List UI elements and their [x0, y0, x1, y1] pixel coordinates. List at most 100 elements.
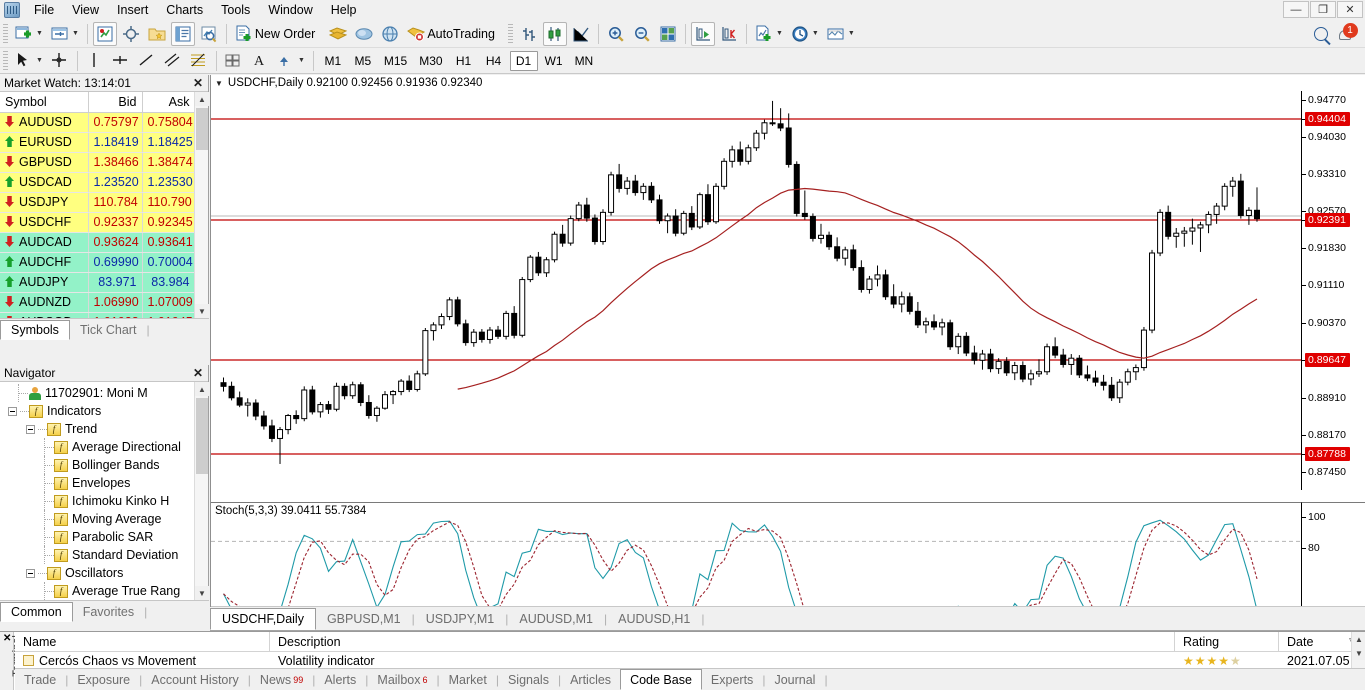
terminal-tab-code-base[interactable]: Code Base: [620, 669, 702, 690]
search-button[interactable]: [1309, 22, 1333, 46]
navigator-scrollbar[interactable]: ▲ ▼: [194, 382, 209, 600]
menu-item-help[interactable]: Help: [322, 0, 366, 20]
terminal-tab-alerts[interactable]: Alerts: [315, 669, 365, 690]
collapse-toggle-icon[interactable]: [8, 406, 17, 416]
terminal-tab-exposure[interactable]: Exposure: [68, 669, 139, 690]
bar-chart-button[interactable]: [517, 22, 541, 46]
nav-scroll-down-icon[interactable]: ▼: [195, 586, 209, 600]
navigator-close-icon[interactable]: ✕: [193, 366, 203, 380]
price-scale[interactable]: 0.94770 0.94404 0.94030 0.93310 0.92570 0.923…: [1301, 91, 1365, 490]
terminal-tab-news[interactable]: News 99: [251, 669, 312, 690]
autotrading-globe-button[interactable]: [378, 22, 402, 46]
menu-item-insert[interactable]: Insert: [108, 0, 157, 20]
timeframe-m1[interactable]: M1: [319, 51, 347, 71]
close-icon[interactable]: ✕: [1337, 1, 1363, 18]
market-watch-row[interactable]: EURUSD 1.18419 1.18425: [0, 132, 194, 153]
price-pane[interactable]: [211, 91, 1301, 490]
arrows-button[interactable]: ▼: [274, 49, 308, 73]
navigator-node-indicators[interactable]: f Indicators: [0, 402, 194, 420]
indicators-button[interactable]: ▼: [752, 22, 786, 46]
collapse-toggle-icon[interactable]: [26, 568, 35, 578]
vertical-line-button[interactable]: [83, 49, 107, 73]
terminal-scrollbar[interactable]: ▲ ▼: [1351, 632, 1365, 669]
notifications-button[interactable]: 1: [1335, 22, 1359, 46]
tab-symbols[interactable]: Symbols: [0, 320, 70, 340]
market-watch-close-icon[interactable]: ✕: [193, 76, 203, 90]
chart-tab-audusd-m1[interactable]: AUDUSD,M1: [508, 608, 604, 630]
timeframe-m15[interactable]: M15: [379, 51, 412, 71]
term-scroll-down-icon[interactable]: ▼: [1352, 646, 1365, 660]
nav-scroll-thumb[interactable]: [196, 398, 208, 474]
terminal-tab-trade[interactable]: Trade: [15, 669, 65, 690]
market-watch-row[interactable]: USDCAD 1.23520 1.23530: [0, 172, 194, 193]
navigator-node-average-directional[interactable]: f Average Directional: [0, 438, 194, 456]
column-name[interactable]: Name: [15, 632, 270, 651]
new-chart-button[interactable]: ▼: [12, 22, 46, 46]
timeframe-m30[interactable]: M30: [414, 51, 447, 71]
strategy-tester-button[interactable]: [197, 22, 221, 46]
market-watch-row[interactable]: USDJPY 110.784 110.790: [0, 192, 194, 213]
new-order-button[interactable]: New Order: [232, 22, 324, 46]
column-description[interactable]: Description: [270, 632, 1175, 651]
toolbar-grip-2[interactable]: [507, 23, 513, 44]
column-bid[interactable]: Bid: [88, 92, 143, 113]
market-watch-row[interactable]: USDCHF 0.92337 0.92345: [0, 212, 194, 233]
scroll-up-icon[interactable]: ▲: [195, 92, 209, 106]
zoom-out-button[interactable]: [630, 22, 654, 46]
templates-button[interactable]: ▼: [824, 22, 858, 46]
menu-item-view[interactable]: View: [63, 0, 108, 20]
menu-item-file[interactable]: File: [25, 0, 63, 20]
column-date[interactable]: Date: [1287, 635, 1313, 649]
autotrading-button[interactable]: AutoTrading: [404, 22, 504, 46]
navigator-node-trend[interactable]: f Trend: [0, 420, 194, 438]
profiles-button[interactable]: ▼: [48, 22, 82, 46]
menu-item-tools[interactable]: Tools: [212, 0, 259, 20]
period-button[interactable]: ▼: [788, 22, 822, 46]
timeframe-d1[interactable]: D1: [509, 50, 538, 71]
tab-common[interactable]: Common: [0, 602, 73, 622]
zoom-in-button[interactable]: [604, 22, 628, 46]
minimize-icon[interactable]: —: [1283, 1, 1309, 18]
mql5-community-button[interactable]: [352, 22, 376, 46]
navigator-node-ichimoku-kinko-h[interactable]: f Ichimoku Kinko H: [0, 492, 194, 510]
data-window-button[interactable]: [119, 22, 143, 46]
table-row[interactable]: Cercós Chaos vs Movement Volatility indi…: [15, 652, 1365, 669]
terminal-tab-experts[interactable]: Experts: [702, 669, 762, 690]
timeframe-mn[interactable]: MN: [570, 51, 599, 71]
scroll-down-icon[interactable]: ▼: [195, 304, 209, 318]
column-rating[interactable]: Rating: [1175, 632, 1279, 651]
horizontal-line-button[interactable]: [109, 49, 133, 73]
column-ask[interactable]: Ask: [142, 92, 194, 113]
tile-windows-button[interactable]: [656, 22, 680, 46]
crosshair-tool-button[interactable]: [48, 49, 72, 73]
line-chart-button[interactable]: [569, 22, 593, 46]
navigator-node-bollinger-bands[interactable]: f Bollinger Bands: [0, 456, 194, 474]
chart-tab-usdchf-daily[interactable]: USDCHF,Daily: [210, 608, 316, 630]
scroll-thumb[interactable]: [196, 108, 208, 150]
chart-menu-caret-icon[interactable]: ▼: [215, 79, 223, 88]
timeframe-h1[interactable]: H1: [450, 51, 478, 71]
navigator-node-moving-average[interactable]: f Moving Average: [0, 510, 194, 528]
chart-tab-audusd-h1[interactable]: AUDUSD,H1: [607, 608, 701, 630]
metaeditor-button[interactable]: [326, 22, 350, 46]
terminal-tab-account-history[interactable]: Account History: [142, 669, 248, 690]
navigator-node-parabolic-sar[interactable]: f Parabolic SAR: [0, 528, 194, 546]
terminal-tab-mailbox[interactable]: Mailbox 6: [368, 669, 436, 690]
drawing-cursor-button[interactable]: ▼: [12, 49, 46, 73]
market-watch-button[interactable]: [92, 21, 117, 46]
terminal-tab-journal[interactable]: Journal: [765, 669, 824, 690]
trendline-button[interactable]: [135, 49, 159, 73]
market-watch-row[interactable]: GBPUSD 1.38466 1.38474: [0, 152, 194, 173]
timeframe-w1[interactable]: W1: [540, 51, 568, 71]
market-watch-row[interactable]: AUDNZD 1.06990 1.07009: [0, 292, 194, 313]
terminal-tab-signals[interactable]: Signals: [499, 669, 558, 690]
market-watch-scrollbar[interactable]: ▲ ▼: [194, 92, 209, 318]
market-watch-row[interactable]: AUDJPY 83.971 83.984: [0, 272, 194, 293]
terminal-tab-articles[interactable]: Articles: [561, 669, 620, 690]
navigator-node-envelopes[interactable]: f Envelopes: [0, 474, 194, 492]
autoscroll-button[interactable]: [690, 21, 715, 46]
market-watch-row[interactable]: AUDCHF 0.69990 0.70004: [0, 252, 194, 273]
timeframe-grip[interactable]: [3, 50, 8, 71]
menu-item-window[interactable]: Window: [259, 0, 321, 20]
tab-favorites[interactable]: Favorites: [73, 602, 144, 622]
